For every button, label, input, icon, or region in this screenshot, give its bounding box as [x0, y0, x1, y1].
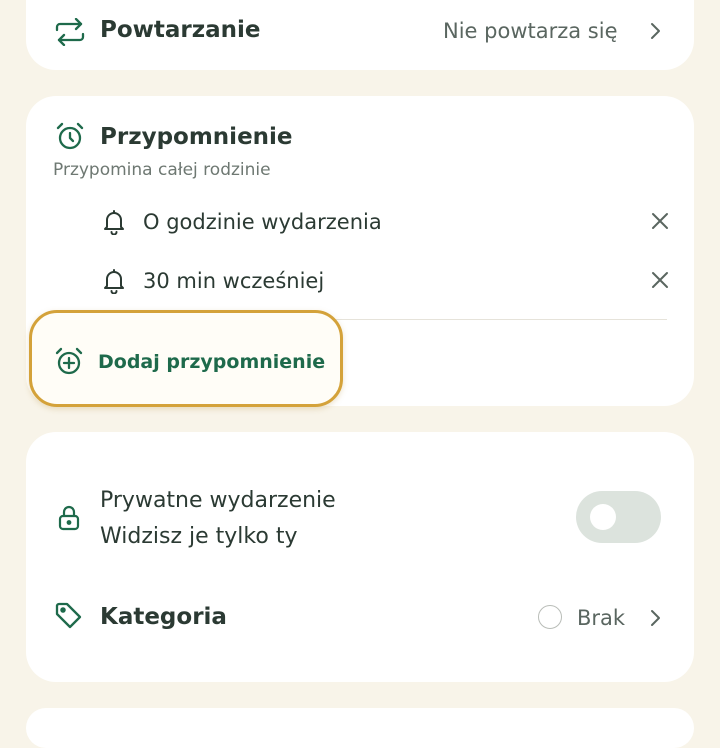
category-label: Kategoria	[100, 604, 227, 630]
category-color-indicator	[538, 605, 562, 629]
chevron-right-icon	[649, 22, 661, 40]
reminder-item-label: 30 min wcześniej	[143, 269, 325, 293]
alarm-clock-icon	[55, 122, 85, 152]
lock-icon	[57, 505, 81, 531]
private-event-toggle[interactable]	[576, 491, 661, 543]
repeat-icon	[54, 18, 86, 46]
chevron-right-icon	[649, 609, 661, 627]
add-reminder-label: Dodaj przypomnienie	[98, 351, 326, 373]
category-value: Brak	[577, 606, 626, 630]
reminder-subtitle: Przypomina całej rodzinie	[53, 160, 271, 180]
remove-reminder-button[interactable]	[650, 211, 670, 231]
add-reminder-button[interactable]: Dodaj przypomnienie	[29, 310, 343, 407]
repeat-row[interactable]: Powtarzanie Nie powtarza się	[26, 0, 694, 66]
next-card	[26, 708, 694, 748]
private-event-title: Prywatne wydarzenie	[100, 488, 336, 513]
bell-icon	[103, 209, 125, 235]
alarm-add-icon	[54, 347, 84, 377]
toggle-knob	[590, 504, 616, 530]
reminder-item: O godzinie wydarzenia	[100, 200, 680, 244]
reminder-item: 30 min wcześniej	[100, 259, 680, 303]
reminder-item-label: O godzinie wydarzenia	[143, 210, 382, 234]
repeat-value: Nie powtarza się	[443, 19, 618, 43]
category-row[interactable]: Kategoria Brak	[26, 585, 694, 651]
reminder-title: Przypomnienie	[100, 124, 293, 150]
repeat-label: Powtarzanie	[100, 17, 261, 43]
bell-icon	[103, 268, 125, 294]
remove-reminder-button[interactable]	[650, 270, 670, 290]
private-event-subtitle: Widzisz je tylko ty	[100, 524, 298, 549]
tag-icon	[54, 601, 84, 631]
